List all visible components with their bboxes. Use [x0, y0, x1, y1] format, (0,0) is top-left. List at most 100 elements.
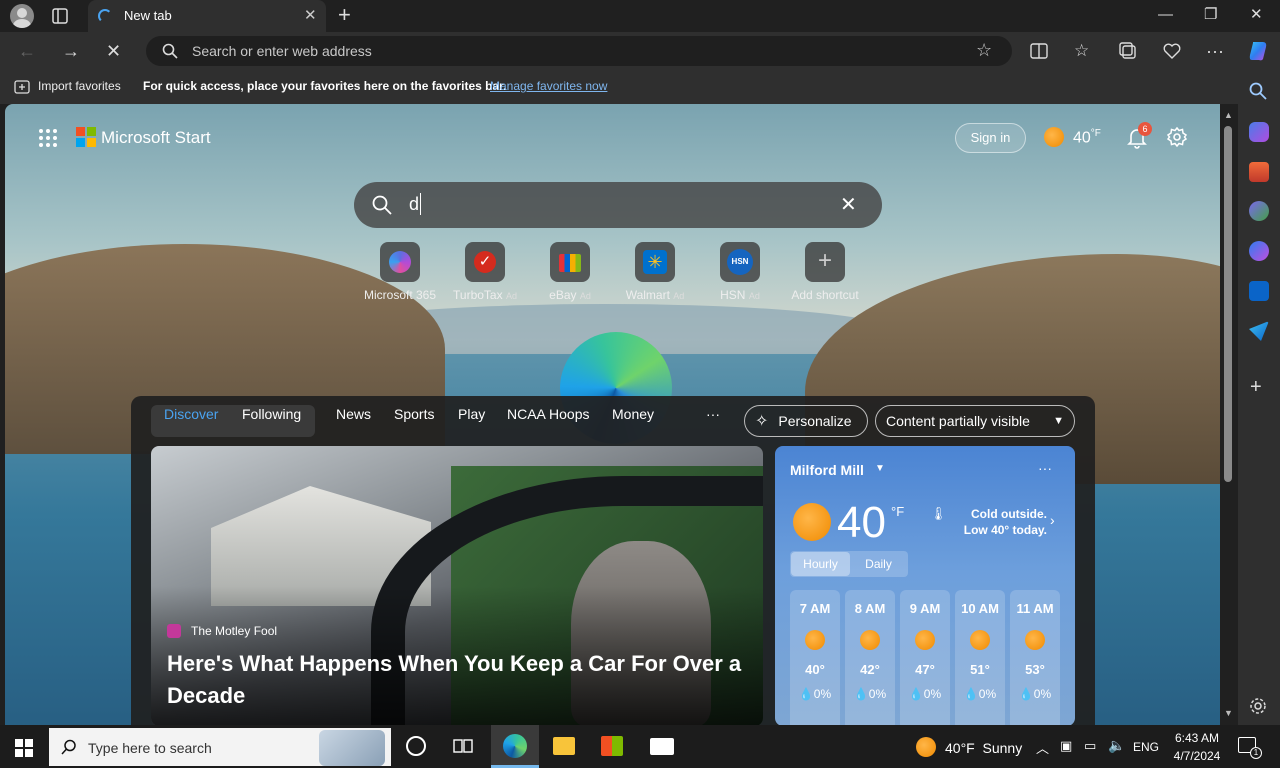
weather-location[interactable]: Milford Mill	[790, 462, 864, 478]
tab-ncaa-hoops[interactable]: NCAA Hoops	[507, 406, 589, 422]
sun-icon	[970, 630, 990, 650]
shopping-tag-icon[interactable]	[1249, 122, 1269, 142]
content-visibility-dropdown[interactable]: Content partially visible ▼	[875, 405, 1075, 437]
sun-icon	[1025, 630, 1045, 650]
microsoft-365-sidebar-icon[interactable]	[1249, 241, 1269, 261]
shortcut-hsn[interactable]: HSN HSN Ad	[695, 242, 785, 302]
weather-more-icon[interactable]: ···	[1038, 460, 1052, 476]
tab-discover[interactable]: Discover	[164, 406, 218, 422]
tab-following[interactable]: Following	[242, 406, 301, 422]
sidebar-settings-gear-icon[interactable]	[1249, 697, 1267, 715]
search-input[interactable]: d	[409, 194, 419, 215]
shortcut-microsoft-365[interactable]: Microsoft 365	[355, 242, 445, 302]
more-tabs-button[interactable]: ···	[706, 406, 720, 422]
tab-hourly[interactable]: Hourly	[791, 552, 850, 576]
chevron-down-icon[interactable]: ▼	[875, 463, 885, 474]
show-hidden-icons-icon[interactable]: ︿	[1036, 738, 1049, 757]
address-bar[interactable]: Search or enter web address ☆	[146, 36, 1012, 66]
story-headline[interactable]: Here's What Happens When You Keep a Car …	[167, 648, 752, 712]
shortcut-ebay[interactable]: eBay Ad	[525, 242, 615, 302]
clock-time[interactable]: 6:43 AM	[1172, 731, 1222, 745]
story-source[interactable]: The Motley Fool	[191, 624, 277, 638]
language-indicator[interactable]: ENG	[1133, 740, 1159, 754]
scroll-down-icon[interactable]: ▼	[1224, 708, 1233, 718]
import-icon	[14, 80, 30, 94]
raindrop-icon: 💧	[908, 687, 924, 701]
volume-muted-icon[interactable]: 🔈	[1108, 737, 1125, 754]
ebay-icon	[550, 242, 590, 282]
task-view-icon[interactable]	[453, 737, 473, 755]
personalize-button[interactable]: ✧ Personalize	[744, 405, 868, 437]
meet-now-icon[interactable]: ▣	[1060, 738, 1072, 754]
sun-icon	[793, 503, 831, 541]
close-tab-icon[interactable]: ✕	[304, 8, 317, 24]
mail-icon[interactable]	[650, 738, 674, 755]
outlook-icon[interactable]	[1249, 281, 1269, 301]
file-explorer-icon[interactable]	[553, 737, 575, 755]
manage-favorites-link[interactable]: Manage favorites now	[490, 79, 607, 93]
scrollbar-thumb[interactable]	[1224, 126, 1232, 482]
taskbar-weather[interactable]: 40°F Sunny	[945, 740, 1022, 756]
microsoft-store-icon[interactable]	[601, 736, 623, 756]
games-icon[interactable]	[1249, 201, 1269, 221]
shortcut-add[interactable]: + Add shortcut	[780, 242, 870, 302]
tab-sports[interactable]: Sports	[394, 406, 434, 422]
browser-essentials-icon[interactable]	[1163, 42, 1181, 60]
network-icon[interactable]: ▭	[1084, 738, 1096, 754]
forward-button[interactable]: →	[62, 40, 80, 62]
settings-more-icon[interactable]: ···	[1206, 40, 1224, 62]
ad-label: Ad	[673, 291, 685, 301]
app-launcher-icon[interactable]	[38, 128, 58, 148]
tools-icon[interactable]	[1249, 162, 1269, 182]
clock-date[interactable]: 4/7/2024	[1167, 749, 1227, 763]
minimize-button[interactable]: —	[1158, 6, 1173, 24]
tab-news[interactable]: News	[336, 406, 371, 422]
add-shortcut-icon: +	[805, 242, 845, 282]
new-tab-button[interactable]: +	[338, 4, 351, 26]
import-favorites-button[interactable]: Import favorites	[38, 79, 121, 93]
scroll-up-icon[interactable]: ▲	[1224, 110, 1233, 120]
tab-actions-icon[interactable]	[50, 6, 70, 26]
shortcut-turbotax[interactable]: ✓ TurboTax Ad	[440, 242, 530, 302]
tab-play[interactable]: Play	[458, 406, 485, 422]
restore-button[interactable]: ❐	[1204, 6, 1217, 24]
brand-title[interactable]: Microsoft Start	[101, 128, 211, 148]
close-window-button[interactable]: ✕	[1250, 6, 1263, 24]
chevron-down-icon: ▼	[1053, 415, 1064, 427]
tab-new-tab[interactable]: New tab ✕	[88, 0, 326, 32]
weather-card[interactable]: Milford Mill ▼ ··· 40 °F 🌡 Cold outside.…	[775, 446, 1075, 725]
add-sidebar-app-icon[interactable]: +	[1250, 376, 1262, 399]
chevron-right-icon[interactable]: ›	[1050, 512, 1055, 528]
sign-in-button[interactable]: Sign in	[955, 123, 1026, 153]
taskbar-edge-app[interactable]	[491, 725, 539, 768]
hourly-forecast-item: 11 AM 53° 💧0%	[1010, 590, 1060, 725]
windows-start-icon[interactable]	[15, 739, 33, 757]
weather-unit: °F	[891, 504, 905, 519]
hourly-forecast-item: 10 AM 51° 💧0%	[955, 590, 1005, 725]
header-weather[interactable]: 40°F	[1073, 128, 1101, 147]
weather-temp: 40	[837, 498, 886, 547]
page-scrollbar[interactable]: ▲ ▼	[1220, 104, 1238, 725]
taskbar-search-box[interactable]: Type here to search	[49, 728, 391, 766]
copilot-icon[interactable]	[1246, 39, 1270, 63]
collections-icon[interactable]	[1119, 42, 1137, 60]
stop-loading-button[interactable]: ✕	[106, 40, 121, 62]
ad-label: Ad	[505, 291, 517, 301]
favorites-icon[interactable]: ☆	[1074, 40, 1089, 62]
shortcut-walmart[interactable]: ✳ Walmart Ad	[610, 242, 700, 302]
sidebar-search-icon[interactable]	[1249, 82, 1267, 100]
web-search-box[interactable]: d ✕	[354, 182, 882, 228]
ad-label: Ad	[748, 291, 760, 301]
tab-daily[interactable]: Daily	[850, 552, 907, 576]
profile-avatar[interactable]	[10, 4, 34, 28]
tab-money[interactable]: Money	[612, 406, 654, 422]
favorite-star-icon[interactable]: ☆	[976, 40, 992, 61]
clear-search-icon[interactable]: ✕	[840, 192, 857, 217]
split-screen-icon[interactable]	[1030, 42, 1048, 60]
visibility-label: Content partially visible	[886, 413, 1030, 429]
drop-send-icon[interactable]	[1249, 321, 1269, 341]
back-button[interactable]: ←	[18, 40, 36, 62]
story-card[interactable]: The Motley Fool Here's What Happens When…	[151, 446, 763, 725]
cortana-icon[interactable]	[406, 736, 426, 756]
page-settings-gear-icon[interactable]	[1167, 127, 1187, 147]
